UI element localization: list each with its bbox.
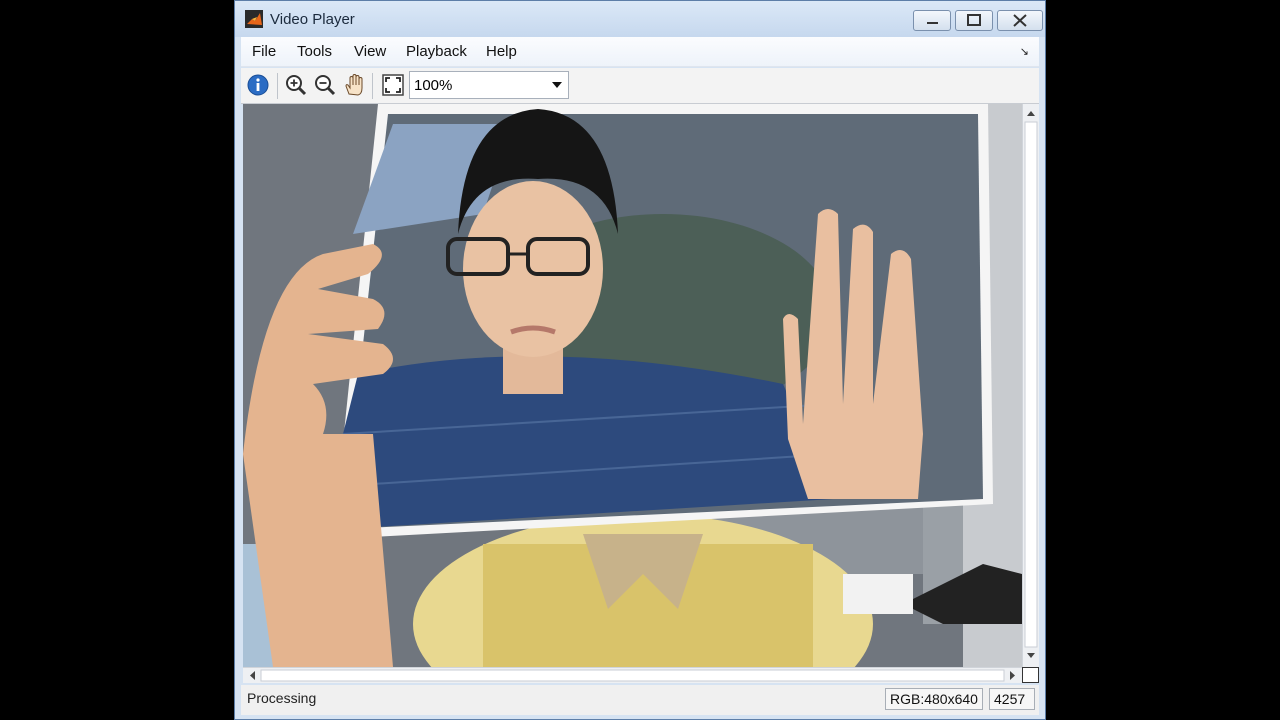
matlab-logo-icon [245,10,263,28]
menu-tools[interactable]: Tools [297,43,332,60]
scrollbar-arrows-icon [1024,111,1038,658]
menu-view[interactable]: View [354,43,386,60]
info-icon[interactable] [245,72,271,98]
maximize-button[interactable] [955,10,993,31]
title-bar[interactable]: Video Player [235,1,1045,37]
horizontal-scrollbar[interactable] [243,667,1022,683]
minimize-button[interactable] [913,10,951,31]
video-frame-image [243,104,1022,667]
window-title: Video Player [270,11,355,28]
close-button[interactable] [997,10,1043,31]
status-bar: Processing RGB:480x640 4257 [241,685,1039,715]
dock-arrow-icon[interactable]: ↘ [1020,45,1029,58]
status-text: Processing [247,690,317,706]
toolbar-separator [277,73,278,99]
zoom-in-icon[interactable] [283,72,309,98]
zoom-level-value: 100% [414,77,453,94]
minimize-icon [927,22,938,24]
scrollbar-corner [1022,667,1039,683]
maximize-icon [967,14,981,26]
menu-file[interactable]: File [252,43,276,60]
fit-to-window-icon[interactable] [380,72,406,98]
scrollbar-arrows-icon [250,669,1015,682]
video-player-window: Video Player File Tools View Playback He… [234,0,1046,720]
zoom-out-icon[interactable] [312,72,338,98]
frame-number-readout: 4257 [989,688,1035,710]
image-format-readout: RGB:480x640 [885,688,983,710]
toolbar-separator [372,73,373,99]
pan-hand-icon[interactable] [341,72,367,98]
vertical-scrollbar[interactable] [1022,104,1039,667]
menu-bar: File Tools View Playback Help ↘ [241,37,1039,67]
toolbar: 100% [241,68,1039,104]
chevron-down-icon [552,82,562,88]
video-frame [243,104,1022,667]
close-icon [1013,14,1027,27]
menu-help[interactable]: Help [486,43,517,60]
menu-playback[interactable]: Playback [406,43,467,60]
zoom-level-dropdown[interactable]: 100% [409,71,569,99]
